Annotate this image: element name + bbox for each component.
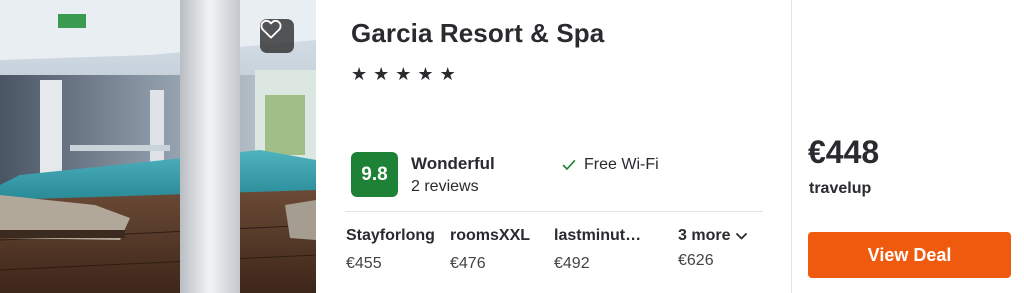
offer-price: €476: [450, 255, 486, 272]
review-count[interactable]: 2 reviews: [411, 178, 479, 196]
star-icon: ★: [351, 64, 368, 84]
column-divider: [791, 0, 792, 293]
more-offers-label: 3 more: [678, 227, 731, 244]
hotel-result-card[interactable]: Garcia Resort & Spa ★ ★ ★ ★ ★ 9.8 Wonder…: [0, 0, 1024, 293]
view-deal-button[interactable]: View Deal: [808, 232, 1011, 278]
offer-item[interactable]: lastminut… €492: [554, 227, 641, 273]
offer-item[interactable]: Stayforlong €455: [346, 227, 435, 273]
amenity-label: Free Wi-Fi: [584, 156, 659, 173]
chevron-down-icon: [736, 232, 748, 239]
hotel-info: Garcia Resort & Spa ★ ★ ★ ★ ★ 9.8 Wonder…: [316, 0, 792, 293]
star-icon: ★: [439, 64, 456, 84]
heart-icon: [260, 19, 282, 39]
offer-provider: roomsXXL: [450, 227, 531, 244]
checkmark-icon: [562, 160, 576, 170]
best-price[interactable]: €448: [808, 134, 879, 171]
star-icon: ★: [395, 64, 412, 84]
hotel-photo[interactable]: [0, 0, 316, 293]
rating-label[interactable]: Wonderful: [411, 154, 495, 174]
offer-provider: Stayforlong: [346, 227, 435, 244]
amenity-free-wifi: Free Wi-Fi: [562, 156, 659, 174]
offer-price: €455: [346, 255, 382, 272]
star-icon: ★: [373, 64, 390, 84]
rating-score-badge[interactable]: 9.8: [351, 152, 398, 197]
more-offers-button[interactable]: 3 more €626: [678, 227, 748, 270]
star-icon: ★: [417, 64, 434, 84]
offer-provider: lastminut…: [554, 227, 642, 244]
favorite-button[interactable]: [260, 19, 294, 53]
more-offers-price: €626: [678, 252, 714, 269]
offer-item[interactable]: roomsXXL €476: [450, 227, 530, 273]
divider: [345, 211, 763, 212]
offer-price: €492: [554, 255, 590, 272]
best-price-provider[interactable]: travelup: [809, 180, 871, 198]
hotel-name[interactable]: Garcia Resort & Spa: [351, 18, 604, 49]
star-rating: ★ ★ ★ ★ ★: [351, 64, 456, 84]
